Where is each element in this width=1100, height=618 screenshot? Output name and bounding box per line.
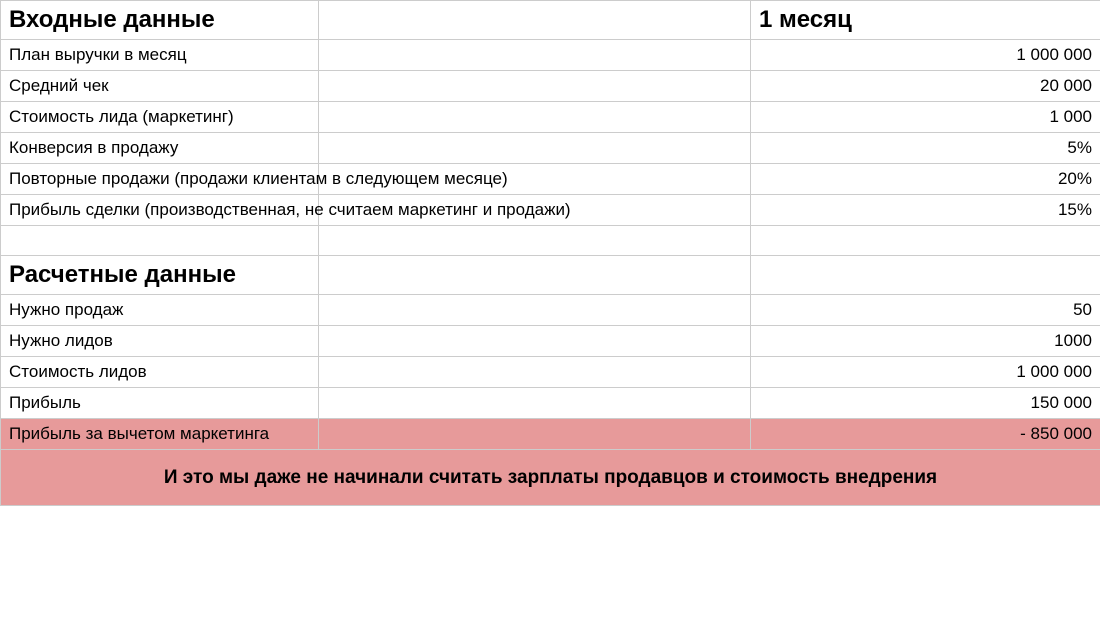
cell-empty[interactable] — [319, 133, 751, 164]
cell-empty[interactable] — [319, 357, 751, 388]
row-label[interactable]: Повторные продажи (продажи клиентам в сл… — [1, 164, 319, 195]
row-label[interactable]: Конверсия в продажу — [1, 133, 319, 164]
table-row: Повторные продажи (продажи клиентам в сл… — [1, 164, 1100, 195]
row-label[interactable]: Средний чек — [1, 71, 319, 102]
cell-empty[interactable] — [319, 256, 751, 295]
cell-empty[interactable] — [319, 40, 751, 71]
table-row: Конверсия в продажу 5% — [1, 133, 1100, 164]
cell-empty[interactable] — [319, 326, 751, 357]
row-label[interactable]: Прибыль сделки (производственная, не счи… — [1, 195, 319, 226]
spreadsheet-table: Входные данные 1 месяц План выручки в ме… — [0, 0, 1100, 506]
cell-empty[interactable] — [319, 226, 751, 256]
month-label-cell[interactable]: 1 месяц — [751, 1, 1100, 40]
input-header-row: Входные данные 1 месяц — [1, 1, 1100, 40]
table-row: Прибыль сделки (производственная, не счи… — [1, 195, 1100, 226]
row-value[interactable]: 50 — [751, 295, 1100, 326]
cell-empty[interactable] — [319, 388, 751, 419]
row-value[interactable]: 1 000 000 — [751, 40, 1100, 71]
table-row: Прибыль 150 000 — [1, 388, 1100, 419]
row-value[interactable]: 1 000 — [751, 102, 1100, 133]
row-value[interactable]: 1000 — [751, 326, 1100, 357]
cell-empty[interactable] — [751, 256, 1100, 295]
row-value[interactable]: 20% — [751, 164, 1100, 195]
row-label[interactable]: Нужно лидов — [1, 326, 319, 357]
table-row: Нужно лидов 1000 — [1, 326, 1100, 357]
table-row: План выручки в месяц 1 000 000 — [1, 40, 1100, 71]
footer-row: И это мы даже не начинали считать зарпла… — [1, 450, 1100, 506]
row-label[interactable]: Стоимость лидов — [1, 357, 319, 388]
table-row: Нужно продаж 50 — [1, 295, 1100, 326]
row-value[interactable]: 20 000 — [751, 71, 1100, 102]
row-label[interactable]: Нужно продаж — [1, 295, 319, 326]
calc-header-row: Расчетные данные — [1, 256, 1100, 295]
row-value[interactable]: 1 000 000 — [751, 357, 1100, 388]
cell-empty[interactable] — [751, 226, 1100, 256]
cell-empty[interactable] — [1, 226, 319, 256]
table-row: Стоимость лидов 1 000 000 — [1, 357, 1100, 388]
row-label[interactable]: Прибыль — [1, 388, 319, 419]
empty-row — [1, 226, 1100, 256]
highlight-value[interactable]: - 850 000 — [751, 419, 1100, 450]
cell-empty[interactable] — [319, 1, 751, 40]
highlight-row: Прибыль за вычетом маркетинга - 850 000 — [1, 419, 1100, 450]
row-value[interactable]: 5% — [751, 133, 1100, 164]
calc-header-cell[interactable]: Расчетные данные — [1, 256, 319, 295]
cell-empty[interactable] — [319, 295, 751, 326]
footer-note[interactable]: И это мы даже не начинали считать зарпла… — [1, 450, 1100, 506]
row-value[interactable]: 150 000 — [751, 388, 1100, 419]
input-header-cell[interactable]: Входные данные — [1, 1, 319, 40]
table-row: Средний чек 20 000 — [1, 71, 1100, 102]
row-value[interactable]: 15% — [751, 195, 1100, 226]
highlight-label[interactable]: Прибыль за вычетом маркетинга — [1, 419, 319, 450]
cell-empty[interactable] — [319, 71, 751, 102]
cell-empty[interactable] — [319, 419, 751, 450]
table-row: Стоимость лида (маркетинг) 1 000 — [1, 102, 1100, 133]
row-label[interactable]: Стоимость лида (маркетинг) — [1, 102, 319, 133]
cell-empty[interactable] — [319, 102, 751, 133]
row-label[interactable]: План выручки в месяц — [1, 40, 319, 71]
